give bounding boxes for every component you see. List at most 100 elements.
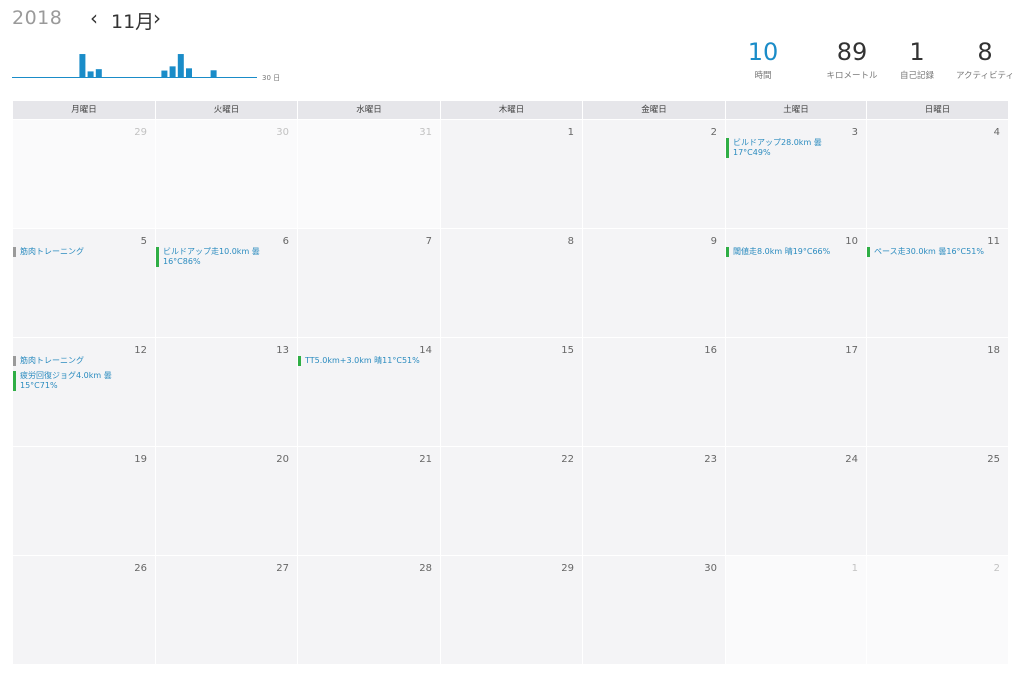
day-cell[interactable]: 29 bbox=[441, 556, 583, 664]
chart-axis-label: 30 日 bbox=[262, 74, 280, 82]
calendar-weeks: 29 30 31 1 2 3 ビルドアップ28.0km 曇17°C49% 4 5 筋肉トレーニング… bbox=[13, 119, 1009, 664]
prev-month-icon[interactable]: ‹ bbox=[90, 6, 98, 30]
weekday-header-row: 月曜日 火曜日 水曜日 木曜日 金曜日 土曜日 日曜日 bbox=[13, 101, 1009, 119]
day-cell[interactable]: 7 bbox=[298, 229, 441, 337]
day-cell[interactable]: 9 bbox=[583, 229, 726, 337]
day-events: ビルドアップ28.0km 曇17°C49% bbox=[726, 138, 864, 163]
week-row: 29 30 31 1 2 3 ビルドアップ28.0km 曇17°C49% 4 bbox=[13, 119, 1009, 228]
day-cell[interactable]: 22 bbox=[441, 447, 583, 555]
run-activity[interactable]: 閾値走8.0km 晴19°C66% bbox=[726, 247, 864, 257]
day-cell[interactable]: 28 bbox=[298, 556, 441, 664]
stat-kilometers-label: キロメートル bbox=[826, 71, 878, 81]
day-number: 2 bbox=[993, 563, 1000, 574]
stat-activities-value: 8 bbox=[977, 38, 993, 66]
day-cell[interactable]: 29 bbox=[13, 120, 156, 228]
day-cell[interactable]: 21 bbox=[298, 447, 441, 555]
month-label: 11月 bbox=[111, 11, 155, 33]
day-cell[interactable]: 8 bbox=[441, 229, 583, 337]
weekday-header: 金曜日 bbox=[583, 101, 726, 119]
day-cell[interactable]: 12 筋肉トレーニング 疲労回復ジョグ4.0km 曇15°C71% bbox=[13, 338, 156, 446]
weekday-header: 木曜日 bbox=[441, 101, 583, 119]
day-cell[interactable]: 24 bbox=[726, 447, 867, 555]
day-number: 29 bbox=[561, 563, 574, 574]
activity-color-bar bbox=[156, 247, 159, 267]
day-number: 30 bbox=[704, 563, 717, 574]
activity-color-bar bbox=[13, 247, 16, 257]
run-activity[interactable]: ビルドアップ走10.0km 曇16°C86% bbox=[156, 247, 295, 267]
day-cell[interactable]: 11 ペース走30.0km 曇16°C51% bbox=[867, 229, 1009, 337]
day-events: ペース走30.0km 曇16°C51% bbox=[867, 247, 1006, 262]
stat-personal-records-label: 自己記録 bbox=[899, 71, 934, 81]
day-cell[interactable]: 18 bbox=[867, 338, 1009, 446]
day-number: 9 bbox=[710, 236, 717, 247]
activity-title: 筋肉トレーニング bbox=[20, 247, 84, 256]
activity-bar bbox=[95, 69, 102, 77]
activity-color-bar bbox=[298, 356, 301, 366]
day-number: 2 bbox=[710, 127, 717, 138]
strength-activity[interactable]: 筋肉トレーニング bbox=[13, 356, 153, 366]
day-number: 30 bbox=[276, 127, 289, 138]
activity-bar bbox=[186, 68, 192, 77]
day-number: 6 bbox=[282, 236, 289, 247]
day-number: 8 bbox=[567, 236, 574, 247]
day-cell[interactable]: 10 閾値走8.0km 晴19°C66% bbox=[726, 229, 867, 337]
day-cell[interactable]: 2 bbox=[583, 120, 726, 228]
stat-hours: 10 時間 bbox=[738, 38, 788, 81]
day-events: 閾値走8.0km 晴19°C66% bbox=[726, 247, 864, 262]
day-cell[interactable]: 2 bbox=[867, 556, 1009, 664]
day-cell[interactable]: 19 bbox=[13, 447, 156, 555]
day-number: 20 bbox=[276, 454, 289, 465]
day-number: 1 bbox=[567, 127, 574, 138]
run-activity[interactable]: 疲労回復ジョグ4.0km 曇15°C71% bbox=[13, 371, 153, 391]
day-cell[interactable]: 23 bbox=[583, 447, 726, 555]
run-activity[interactable]: ペース走30.0km 曇16°C51% bbox=[867, 247, 1006, 257]
year-label: 2018 bbox=[12, 7, 63, 29]
day-cell[interactable]: 25 bbox=[867, 447, 1009, 555]
day-cell[interactable]: 1 bbox=[726, 556, 867, 664]
run-activity[interactable]: TT5.0km+3.0km 晴11°C51% bbox=[298, 356, 438, 366]
day-cell[interactable]: 26 bbox=[13, 556, 156, 664]
day-cell[interactable]: 17 bbox=[726, 338, 867, 446]
day-cell[interactable]: 13 bbox=[156, 338, 298, 446]
day-number: 21 bbox=[419, 454, 432, 465]
stat-personal-records-value: 1 bbox=[909, 38, 925, 66]
day-number: 10 bbox=[845, 236, 858, 247]
day-cell[interactable]: 6 ビルドアップ走10.0km 曇16°C86% bbox=[156, 229, 298, 337]
day-cell[interactable]: 30 bbox=[583, 556, 726, 664]
week-row: 5 筋肉トレーニング 6 ビルドアップ走10.0km 曇16°C86% 7 8 9 10 閾値走… bbox=[13, 228, 1009, 337]
day-number: 31 bbox=[419, 127, 432, 138]
day-number: 25 bbox=[987, 454, 1000, 465]
day-cell[interactable]: 27 bbox=[156, 556, 298, 664]
stat-kilometers: 89 キロメートル bbox=[816, 38, 888, 81]
day-number: 26 bbox=[134, 563, 147, 574]
day-cell[interactable]: 31 bbox=[298, 120, 441, 228]
day-number: 17 bbox=[845, 345, 858, 356]
day-cell[interactable]: 30 bbox=[156, 120, 298, 228]
day-number: 18 bbox=[987, 345, 1000, 356]
weekday-header: 土曜日 bbox=[726, 101, 867, 119]
stat-hours-value: 10 bbox=[747, 38, 779, 66]
day-number: 29 bbox=[134, 127, 147, 138]
day-cell[interactable]: 4 bbox=[867, 120, 1009, 228]
week-row: 19 20 21 22 23 24 25 bbox=[13, 446, 1009, 555]
activity-title: TT5.0km+3.0km 晴11°C51% bbox=[305, 356, 420, 365]
day-cell[interactable]: 1 bbox=[441, 120, 583, 228]
stat-activities-label: アクティビティ bbox=[955, 71, 1015, 81]
activity-color-bar bbox=[867, 247, 870, 257]
next-month-icon[interactable]: › bbox=[153, 6, 161, 30]
day-cell[interactable]: 15 bbox=[441, 338, 583, 446]
day-events: 筋肉トレーニング疲労回復ジョグ4.0km 曇15°C71% bbox=[13, 356, 153, 396]
calendar-header: 2018 ‹ 11月 › 30 日 10 時間 89 キロメートル 1 自己記録… bbox=[0, 0, 1024, 96]
day-events: TT5.0km+3.0km 晴11°C51% bbox=[298, 356, 438, 371]
day-cell[interactable]: 20 bbox=[156, 447, 298, 555]
summary-stats: 10 時間 89 キロメートル 1 自己記録 8 アクティビティ bbox=[724, 38, 1024, 88]
day-cell[interactable]: 14 TT5.0km+3.0km 晴11°C51% bbox=[298, 338, 441, 446]
activity-title: 筋肉トレーニング bbox=[20, 356, 84, 365]
run-activity[interactable]: ビルドアップ28.0km 曇17°C49% bbox=[726, 138, 864, 158]
day-cell[interactable]: 16 bbox=[583, 338, 726, 446]
day-cell[interactable]: 5 筋肉トレーニング bbox=[13, 229, 156, 337]
day-number: 12 bbox=[134, 345, 147, 356]
day-cell[interactable]: 3 ビルドアップ28.0km 曇17°C49% bbox=[726, 120, 867, 228]
day-number: 27 bbox=[276, 563, 289, 574]
strength-activity[interactable]: 筋肉トレーニング bbox=[13, 247, 153, 257]
